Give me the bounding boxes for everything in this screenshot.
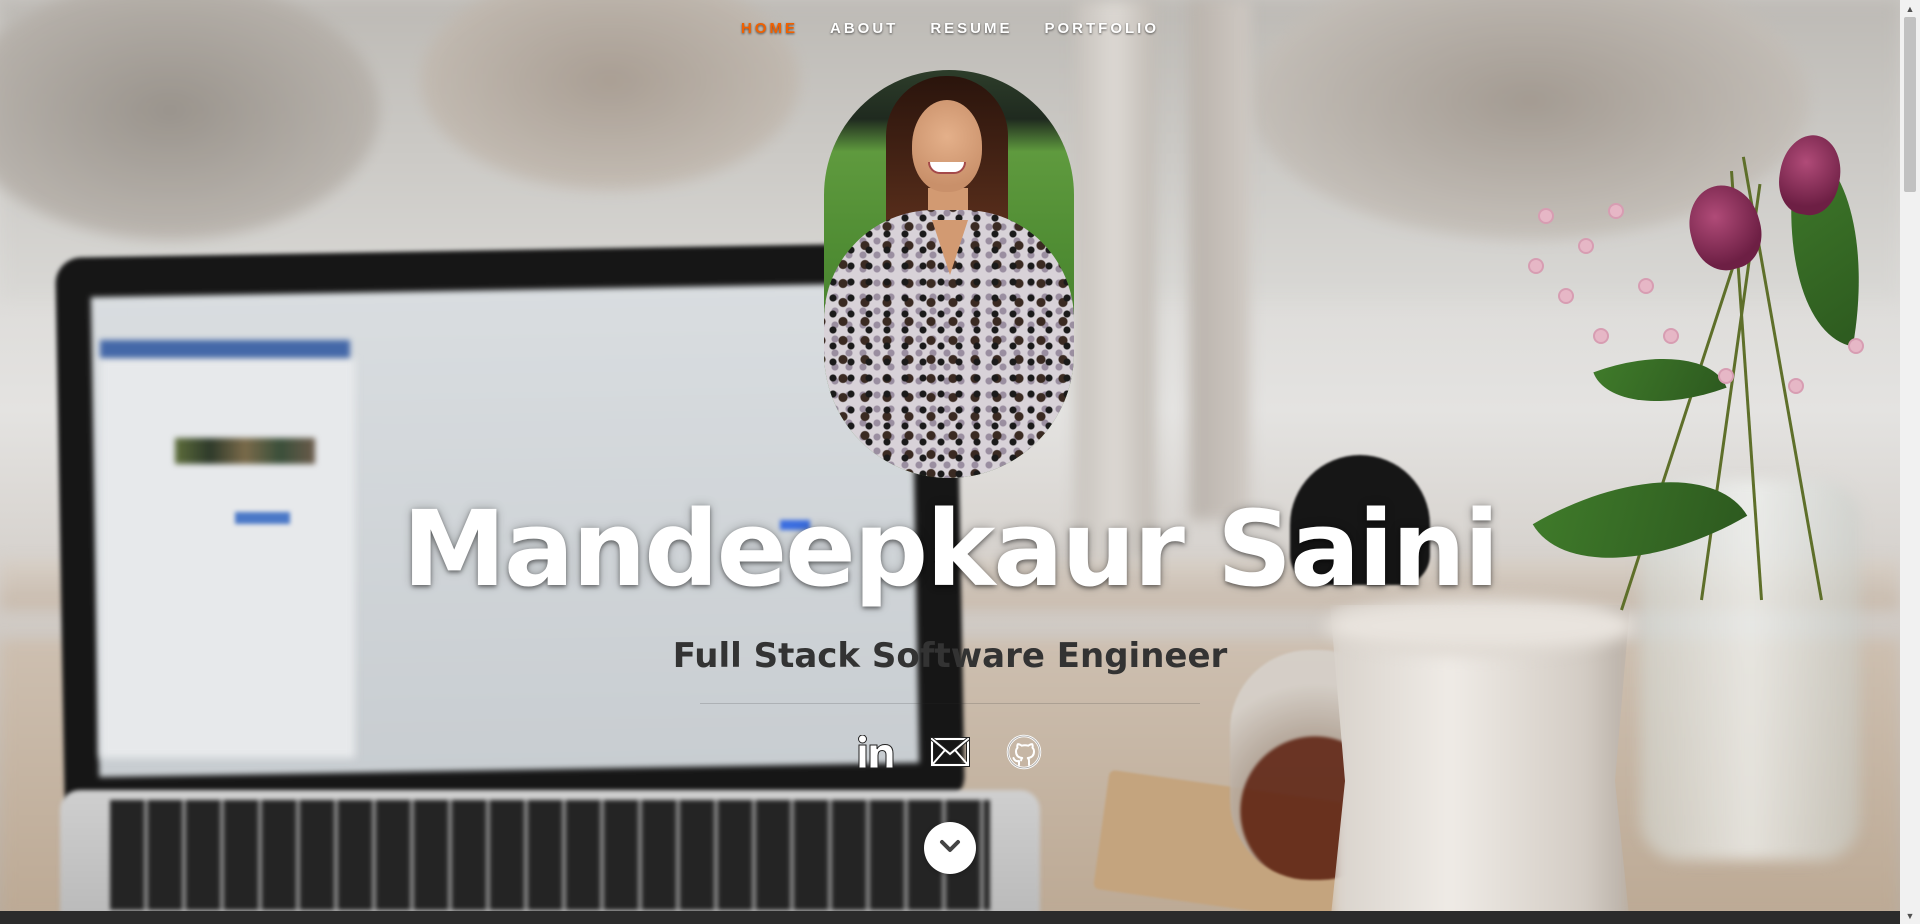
email-link[interactable] — [930, 733, 970, 771]
github-link[interactable] — [1005, 733, 1043, 771]
page-scrollbar[interactable]: ▲ ▼ — [1900, 0, 1920, 924]
mail-icon — [930, 737, 970, 767]
profile-photo — [824, 70, 1074, 478]
linkedin-icon — [858, 735, 894, 769]
next-section-edge — [0, 911, 1900, 924]
banner-divider — [700, 703, 1200, 704]
main-nav: HOME ABOUT RESUME PORTFOLIO — [0, 20, 1900, 37]
scroll-down-button[interactable] — [924, 822, 976, 874]
nav-portfolio[interactable]: PORTFOLIO — [1044, 20, 1161, 37]
scrollbar-thumb[interactable] — [1904, 17, 1916, 192]
nav-home[interactable]: HOME — [740, 20, 799, 37]
scroll-up-arrow-icon[interactable]: ▲ — [1900, 0, 1920, 17]
github-icon — [1006, 734, 1042, 770]
banner-role: Full Stack Software Engineer — [672, 636, 1228, 676]
social-links — [0, 733, 1900, 771]
linkedin-link[interactable] — [857, 733, 895, 771]
nav-resume[interactable]: RESUME — [929, 20, 1013, 37]
banner-name: Mandeepkaur Saini — [402, 488, 1500, 610]
chevron-down-icon — [939, 839, 961, 858]
scroll-down-arrow-icon[interactable]: ▼ — [1900, 907, 1920, 924]
nav-about[interactable]: ABOUT — [829, 20, 899, 37]
